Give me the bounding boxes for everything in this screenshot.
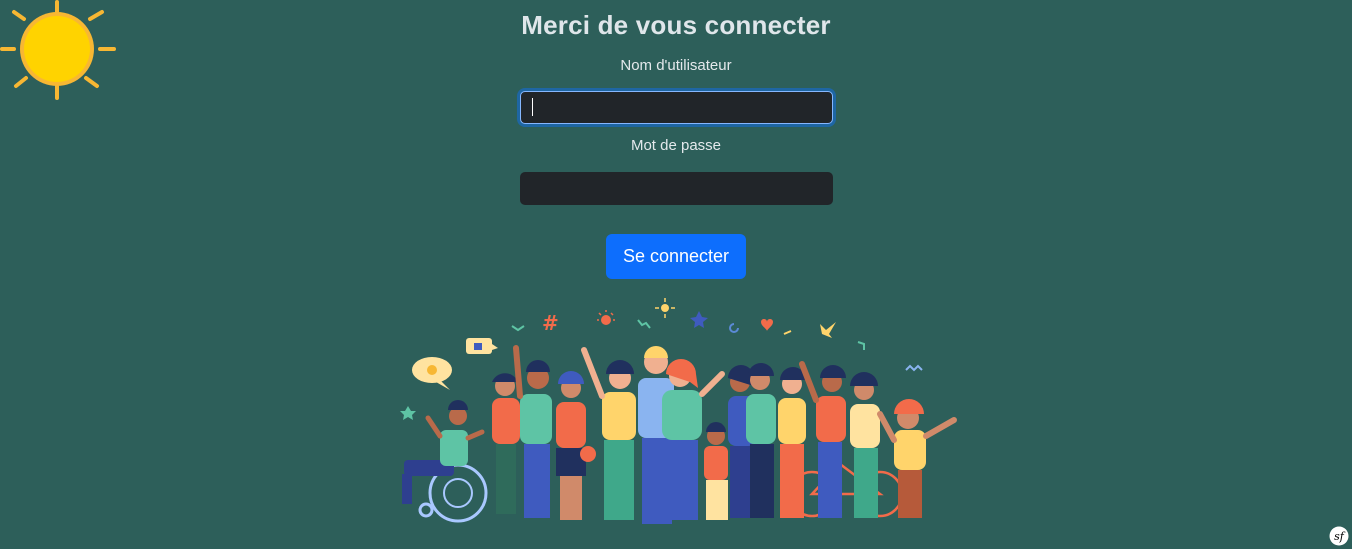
login-form: Merci de vous connecter Nom d'utilisateu… (0, 0, 1352, 279)
username-label: Nom d'utilisateur (620, 57, 732, 74)
wheelchair-person (402, 400, 488, 523)
crowd-people (492, 345, 957, 524)
symfony-logo-icon: sf (1329, 526, 1349, 546)
login-page: Merci de vous connecter Nom d'utilisateu… (0, 0, 1352, 549)
page-title: Merci de vous connecter (521, 10, 831, 40)
login-button[interactable]: Se connecter (605, 234, 747, 279)
username-input[interactable] (519, 91, 833, 124)
svg-text:#: # (542, 311, 559, 335)
password-input[interactable] (519, 172, 833, 205)
username-field-wrapper (519, 75, 833, 124)
people-celebrating-illustration: # (400, 298, 957, 524)
password-label: Mot de passe (630, 137, 722, 154)
text-caret (531, 98, 533, 116)
